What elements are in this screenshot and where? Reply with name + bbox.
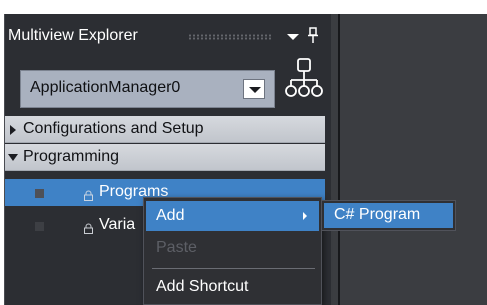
menu-item-add[interactable]: Add: [146, 201, 319, 231]
pin-icon[interactable]: [305, 27, 321, 45]
bullet-icon: [35, 222, 44, 231]
menu-item-label: C# Program: [334, 206, 421, 223]
panel-title: Multiview Explorer: [8, 27, 138, 44]
tree-item-label: Configurations and Setup: [23, 120, 204, 137]
context-menu: Add Paste Add Shortcut: [143, 197, 322, 305]
chevron-right-icon: [303, 212, 307, 220]
menu-item-label: Paste: [156, 239, 197, 256]
menu-separator: [152, 268, 315, 269]
lock-icon: [83, 188, 94, 201]
menu-item-csharp-program[interactable]: C# Program: [324, 203, 453, 228]
device-selector-value: ApplicationManager0: [30, 79, 181, 96]
tree-item-configurations-and-setup[interactable]: Configurations and Setup: [5, 116, 325, 143]
title-grip[interactable]: [188, 34, 272, 40]
bullet-icon: [35, 189, 44, 198]
lock-icon: [83, 221, 94, 234]
triangle-down-icon[interactable]: [8, 154, 18, 161]
app-frame: Multiview Explorer ApplicationManager0 C…: [0, 0, 487, 305]
tree-item-programming[interactable]: Programming: [5, 144, 325, 171]
hierarchy-icon[interactable]: [285, 56, 323, 106]
chevron-down-icon[interactable]: [286, 28, 300, 42]
menu-item-paste: Paste: [146, 233, 319, 263]
tree-item-label: Varia: [99, 216, 136, 233]
add-submenu: C# Program: [321, 200, 456, 231]
menu-item-add-shortcut[interactable]: Add Shortcut: [146, 272, 319, 302]
editor-area: [331, 14, 487, 305]
chevron-down-icon[interactable]: [243, 79, 265, 99]
triangle-right-icon[interactable]: [10, 125, 16, 135]
tree-item-label: Programming: [23, 148, 120, 165]
menu-item-label: Add: [156, 207, 185, 224]
menu-item-label: Add Shortcut: [156, 278, 249, 295]
panel-splitter[interactable]: [338, 14, 340, 305]
device-selector[interactable]: ApplicationManager0: [20, 70, 275, 108]
